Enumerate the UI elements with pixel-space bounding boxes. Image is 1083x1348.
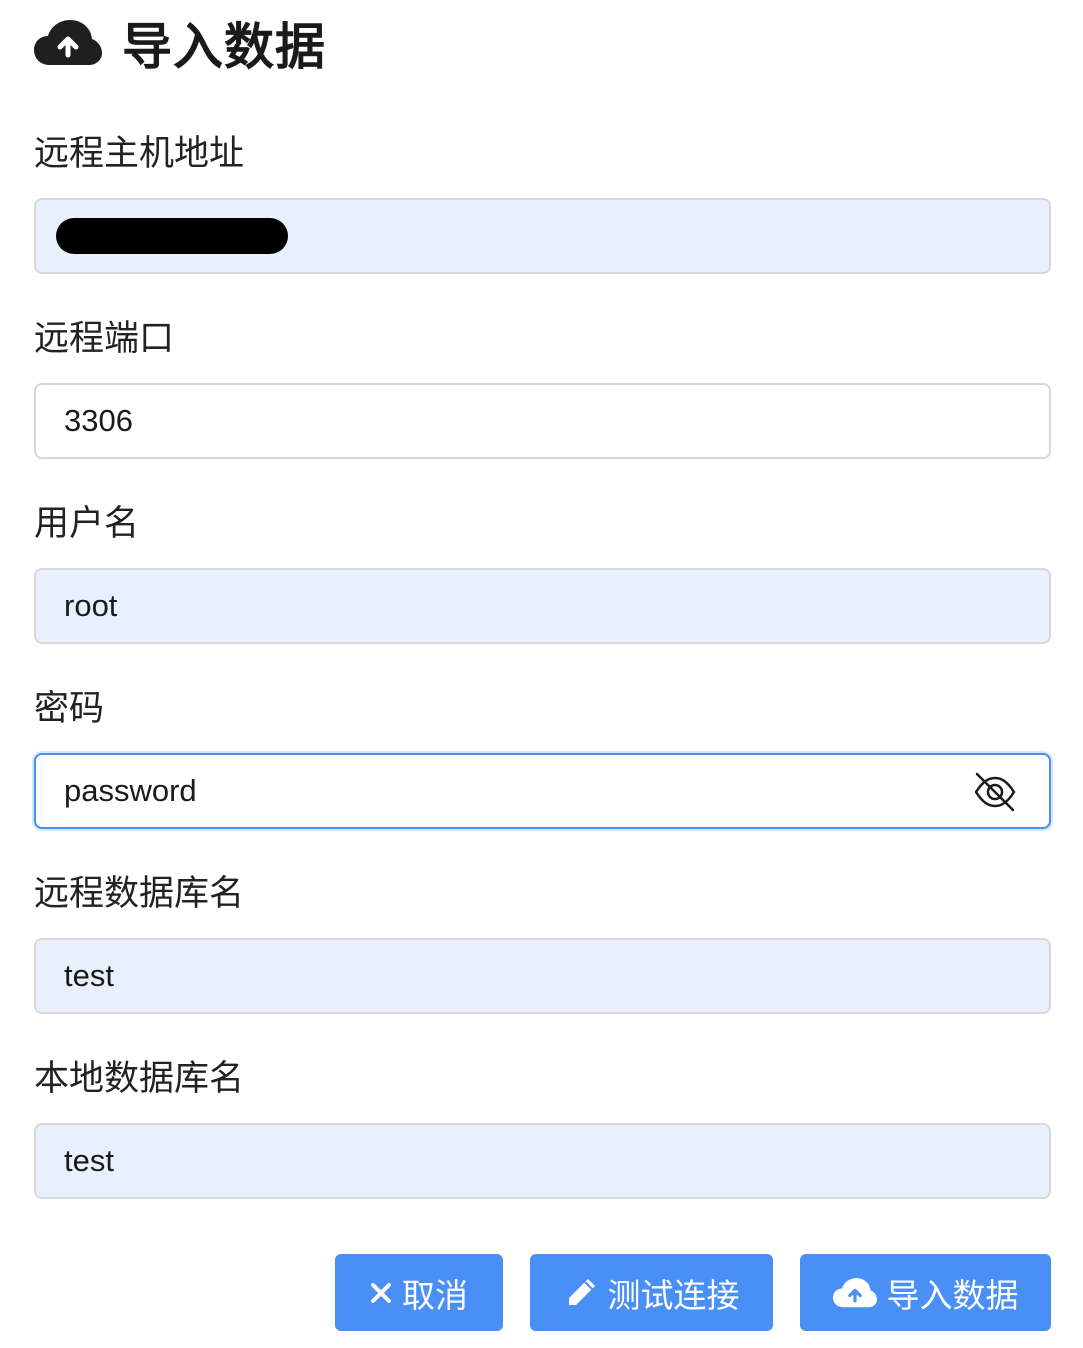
remote-db-label: 远程数据库名 (34, 874, 245, 914)
port-label: 远程端口 (34, 319, 175, 359)
test-connection-button[interactable]: 测试连接 (530, 1254, 773, 1331)
remote-db-input[interactable]: test (34, 938, 1051, 1014)
cloud-upload-icon (832, 1277, 877, 1309)
username-value: root (64, 588, 118, 623)
close-icon (370, 1282, 392, 1304)
host-label: 远程主机地址 (34, 134, 245, 174)
host-input[interactable] (34, 198, 1051, 274)
local-db-input[interactable]: test (34, 1123, 1051, 1199)
password-value: password (64, 773, 197, 808)
import-data-button[interactable]: 导入数据 (800, 1254, 1051, 1331)
password-input[interactable]: password (34, 753, 1051, 829)
test-connection-label: 测试连接 (607, 1275, 740, 1315)
port-input[interactable]: 3306 (34, 383, 1051, 459)
redacted-host-value (56, 218, 288, 254)
password-label: 密码 (34, 689, 105, 729)
cloud-upload-icon (34, 19, 102, 67)
local-db-label: 本地数据库名 (34, 1059, 245, 1099)
username-label: 用户名 (34, 504, 140, 544)
page-title: 导入数据 (122, 18, 326, 76)
import-data-label: 导入数据 (886, 1275, 1019, 1315)
cancel-label: 取消 (402, 1275, 468, 1315)
local-db-value: test (64, 1143, 114, 1178)
username-input[interactable]: root (34, 568, 1051, 644)
dialog-title: 导入数据 (34, 10, 326, 76)
eye-slash-icon[interactable] (973, 771, 1017, 813)
pen-icon (564, 1276, 598, 1310)
remote-db-value: test (64, 958, 114, 993)
port-value: 3306 (64, 403, 133, 438)
cancel-button[interactable]: 取消 (335, 1254, 503, 1331)
